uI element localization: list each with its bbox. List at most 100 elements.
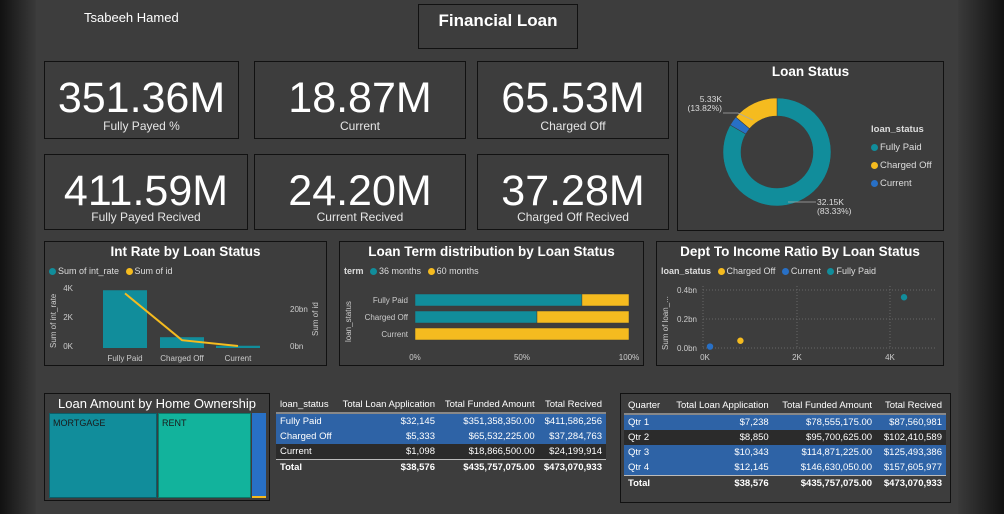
column-header[interactable]: Total Recived [538, 397, 606, 414]
column-header[interactable]: Total Recived [876, 398, 946, 415]
table-cell: $5,333 [336, 429, 439, 444]
table-cell: $38,576 [666, 475, 773, 491]
table-cell: $12,145 [666, 460, 773, 476]
treemap-tile-none[interactable] [252, 496, 266, 498]
y-tick: 2K [63, 313, 73, 322]
home-ownership-panel[interactable]: Loan Amount by Home Ownership MORTGAGE R… [44, 393, 270, 501]
loan-status-panel[interactable]: Loan Status 5.33K (13.82%) 32.15K (83.33… [677, 61, 944, 231]
kpi-value: 24.20M [288, 167, 432, 215]
legend-dot-icon [871, 161, 878, 169]
table-row[interactable]: Current $1,098 $18,866,500.00 $24,199,91… [276, 444, 606, 460]
table-cell: $435,757,075.00 [772, 475, 877, 491]
legend-item-fully-paid[interactable]: Fully Paid [823, 266, 876, 276]
quarter-table-panel: Quarter Total Loan Application Total Fun… [620, 393, 951, 503]
dti-panel[interactable]: Dept To Income Ratio By Loan Status loan… [656, 241, 944, 366]
bar-60-months[interactable] [581, 293, 630, 307]
data-label: (13.82%) [688, 103, 723, 113]
legend-item-int-rate[interactable]: Sum of int_rate [49, 266, 119, 276]
dti-title: Dept To Income Ratio By Loan Status [680, 244, 920, 259]
home-ownership-title: Loan Amount by Home Ownership [58, 396, 256, 411]
table-cell: $351,358,350.00 [439, 413, 539, 429]
y-tick: 0.2bn [677, 315, 697, 324]
window-left-edge [0, 0, 36, 514]
quarter-table: Quarter Total Loan Application Total Fun… [624, 398, 946, 491]
y-tick: 0K [63, 342, 73, 351]
x-tick: Fully Paid [107, 354, 142, 363]
bar-36-months[interactable] [414, 293, 583, 307]
table-row[interactable]: Qtr 1 $7,238 $78,555,175.00 $87,560,981 [624, 414, 946, 430]
bar-int-rate[interactable] [216, 345, 260, 348]
legend-dot-icon [717, 268, 725, 276]
scatter-point-charged-off[interactable] [737, 337, 744, 344]
bar-60-months[interactable] [536, 310, 630, 324]
table-row[interactable]: Charged Off $5,333 $65,532,225.00 $37,28… [276, 429, 606, 444]
legend-item-charged-off[interactable]: Charged Off [714, 266, 776, 276]
loan-term-title: Loan Term distribution by Loan Status [368, 244, 615, 259]
legend-label: 36 months [379, 266, 422, 276]
legend-label: Charged Off [880, 160, 932, 171]
bar-60-months[interactable] [414, 327, 630, 341]
legend-item-current[interactable]: Current [871, 175, 932, 193]
table-cell: $10,343 [666, 445, 773, 460]
scatter-point-fully-paid[interactable] [900, 294, 908, 301]
column-header[interactable]: Total Loan Application [336, 397, 439, 414]
kpi-value: 351.36M [57, 74, 226, 122]
kpi-card-current[interactable]: 18.87M Current [254, 61, 466, 139]
table-cell: $18,866,500.00 [439, 444, 539, 460]
kpi-card-fully-payed-recived[interactable]: 411.59M Fully Payed Recived [44, 154, 248, 230]
legend-item-charged-off[interactable]: Charged Off [871, 157, 932, 175]
scatter-point-current[interactable] [706, 343, 714, 350]
x-tick: 50% [514, 353, 530, 362]
table-cell: Fully Paid [276, 413, 337, 429]
loan-term-legend: term 36 months 60 months [344, 266, 479, 276]
int-rate-legend: Sum of int_rate Sum of id [49, 266, 173, 276]
column-header[interactable]: Total Funded Amount [772, 398, 877, 415]
loan-status-title: Loan Status [771, 64, 850, 79]
dti-legend: loan_status Charged Off Current Fully Pa… [661, 266, 876, 276]
legend-item-current[interactable]: Current [778, 266, 821, 276]
loan-term-panel[interactable]: Loan Term distribution by Loan Status te… [339, 241, 644, 366]
table-row[interactable]: Qtr 3 $10,343 $114,871,225.00 $125,493,3… [624, 445, 946, 460]
legend-label: Sum of int_rate [58, 266, 120, 276]
legend-label: Fully Paid [836, 266, 876, 276]
column-header[interactable]: Total Loan Application [666, 398, 773, 415]
legend-title: loan_status [871, 124, 924, 135]
legend-item-60-months[interactable]: 60 months [424, 266, 479, 276]
column-header[interactable]: Quarter [624, 398, 667, 415]
y-axis-label: Sum of loan_... [661, 296, 670, 350]
treemap-tile-rent[interactable]: RENT [158, 413, 251, 498]
kpi-label: Charged Off [540, 119, 606, 133]
kpi-card-charged-off-recived[interactable]: 37.28M Charged Off Recived [477, 154, 669, 230]
table-row[interactable]: Fully Paid $32,145 $351,358,350.00 $411,… [276, 413, 606, 429]
legend-dot-icon [49, 268, 56, 276]
x-tick: Charged Off [160, 354, 204, 363]
treemap-tile-mortgage[interactable]: MORTGAGE [49, 413, 157, 498]
table-cell: Qtr 3 [624, 445, 667, 460]
column-header[interactable]: Total Funded Amount [439, 397, 539, 414]
legend-dot-icon [370, 268, 378, 276]
int-rate-panel[interactable]: Int Rate by Loan Status Sum of int_rate … [44, 241, 327, 366]
x-tick: 2K [792, 353, 802, 362]
table-cell: $7,238 [666, 414, 773, 430]
table-row[interactable]: Qtr 4 $12,145 $146,630,050.00 $157,605,9… [624, 460, 946, 476]
kpi-card-fully-payed[interactable]: 351.36M Fully Payed % [44, 61, 239, 139]
bar-36-months[interactable] [414, 310, 538, 324]
legend-label: Charged Off [726, 266, 776, 276]
legend-item-fully-paid[interactable]: Fully Paid [871, 139, 932, 157]
y-tick: 4K [63, 284, 73, 293]
table-cell: $87,560,981 [876, 414, 946, 430]
column-header[interactable]: loan_status [276, 397, 337, 414]
y2-axis-label: Sum of id [311, 302, 320, 336]
table-cell: $24,199,914 [538, 444, 606, 460]
table-cell: $32,145 [336, 413, 439, 429]
bar-int-rate[interactable] [103, 290, 147, 348]
legend-dot-icon [125, 268, 133, 276]
table-row[interactable]: Qtr 2 $8,850 $95,700,625.00 $102,410,589 [624, 430, 946, 445]
legend-item-id[interactable]: Sum of id [122, 266, 173, 276]
kpi-card-current-recived[interactable]: 24.20M Current Recived [254, 154, 466, 230]
legend-item-36-months[interactable]: 36 months [366, 266, 421, 276]
table-cell: $102,410,589 [876, 430, 946, 445]
kpi-card-charged-off[interactable]: 65.53M Charged Off [477, 61, 669, 139]
table-cell: $473,070,933 [538, 459, 606, 475]
treemap-tile-other[interactable] [252, 413, 266, 496]
